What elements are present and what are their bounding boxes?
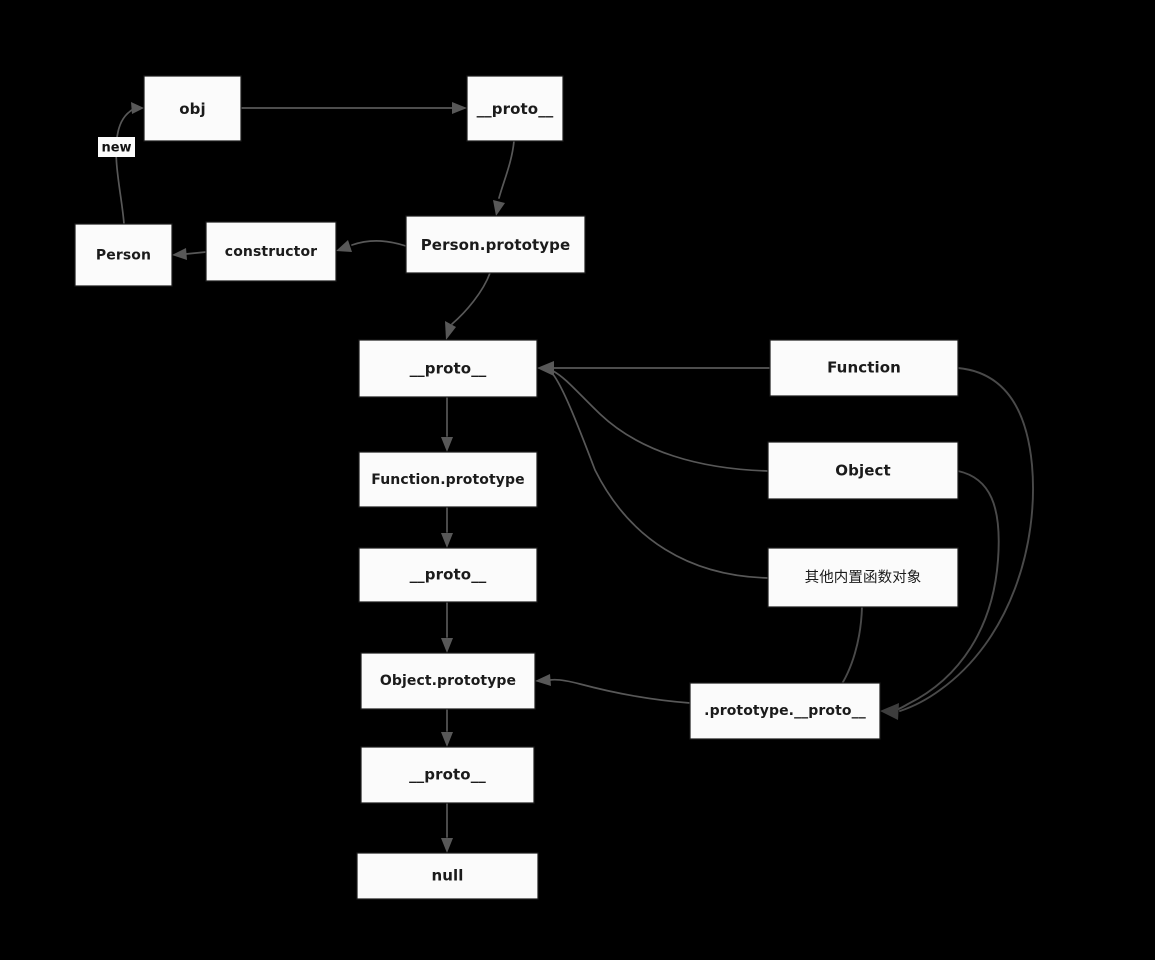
- diagram-canvas: obj __proto__ Person constructor Person.…: [74, 75, 1034, 900]
- edge-proto-to-person-prototype: [493, 140, 515, 216]
- node-person[interactable]: Person: [74, 223, 173, 287]
- edge-arrowhead: [445, 321, 456, 340]
- edge-function-prototype-to-proto: [441, 506, 453, 548]
- node-layer: obj __proto__ Person constructor Person.…: [74, 75, 959, 900]
- edge-proto-to-null: [441, 802, 453, 853]
- node-label: Function.prototype: [371, 472, 524, 488]
- edge-person-prototype-to-proto: [445, 272, 491, 340]
- node-prototype-proto[interactable]: .prototype.__proto__: [689, 682, 881, 740]
- edge-object-prototype-to-proto: [441, 708, 453, 747]
- edge-arrowhead: [336, 240, 352, 252]
- node-label: __proto__: [410, 360, 487, 378]
- edge-path: [498, 140, 515, 199]
- edge-path: [451, 272, 491, 325]
- node-builtin-function-objects[interactable]: 其他内置函数对象: [767, 547, 959, 608]
- node-object-prototype[interactable]: Object.prototype: [360, 652, 536, 710]
- edge-arrowhead: [441, 732, 453, 747]
- edge-arrowhead: [441, 638, 453, 653]
- node-object[interactable]: Object: [767, 441, 959, 500]
- edge-path: [351, 240, 407, 247]
- edge-label-new: new: [98, 137, 135, 157]
- edge-proto-to-object-prototype: [441, 601, 453, 653]
- node-function-prototype[interactable]: Function.prototype: [358, 451, 538, 508]
- edge-proto-to-function-prototype: [441, 396, 453, 452]
- edge-path: [185, 251, 207, 255]
- node-label: Person.prototype: [421, 236, 571, 254]
- node-proto-object-prototype[interactable]: __proto__: [358, 547, 538, 603]
- edge-obj-to-proto: [240, 102, 467, 114]
- edge-arrowhead: [131, 102, 144, 114]
- edge-arrowhead: [172, 248, 187, 260]
- edge-label-text: new: [101, 141, 131, 156]
- node-null[interactable]: null: [356, 852, 539, 900]
- edge-arrowhead: [452, 102, 467, 114]
- edge-arrowhead: [441, 437, 453, 452]
- edge-object-to-proto: [552, 370, 769, 472]
- node-proto-null[interactable]: __proto__: [360, 746, 535, 804]
- edge-arrowhead: [493, 200, 505, 216]
- node-label: .prototype.__proto__: [704, 703, 866, 719]
- edge-builtins-to-proto: [551, 372, 769, 579]
- node-person-prototype[interactable]: Person.prototype: [405, 215, 586, 274]
- node-proto-obj[interactable]: __proto__: [466, 75, 564, 142]
- node-label: Function: [827, 359, 901, 377]
- edge-prototype-proto-to-object-prototype: [535, 674, 691, 704]
- node-label: 其他内置函数对象: [805, 569, 922, 586]
- edge-path: [552, 370, 769, 472]
- node-label: constructor: [225, 244, 317, 260]
- node-obj[interactable]: obj: [143, 75, 242, 142]
- node-label: obj: [179, 100, 205, 118]
- edge-arrowhead: [535, 674, 551, 686]
- node-constructor[interactable]: constructor: [205, 221, 337, 282]
- edge-path: [115, 107, 136, 225]
- node-label: null: [431, 867, 463, 885]
- node-label: Object.prototype: [380, 673, 516, 689]
- node-function[interactable]: Function: [769, 339, 959, 397]
- edge-arrowhead: [441, 533, 453, 548]
- node-label: Object: [835, 462, 890, 480]
- edge-path: [899, 367, 1034, 712]
- edge-person-to-obj: [115, 102, 144, 225]
- edge-path: [551, 372, 769, 579]
- edge-function-to-prototype-proto: [899, 367, 1034, 712]
- edge-arrowhead: [441, 838, 453, 853]
- node-label: __proto__: [409, 766, 486, 784]
- edge-arrowhead-prototype-proto-right: [880, 703, 899, 720]
- edge-path: [549, 678, 691, 704]
- edge-constructor-to-person: [172, 248, 207, 260]
- node-proto-function[interactable]: __proto__: [358, 339, 538, 398]
- node-label: Person: [96, 248, 151, 264]
- edge-label-layer: new: [98, 137, 135, 157]
- node-label: __proto__: [477, 100, 554, 118]
- edge-arrowhead-shared-proto: [537, 361, 554, 376]
- prototype-chain-diagram: obj __proto__ Person constructor Person.…: [0, 0, 1155, 960]
- edge-person-prototype-to-constructor: [336, 240, 407, 252]
- node-label: __proto__: [410, 566, 487, 584]
